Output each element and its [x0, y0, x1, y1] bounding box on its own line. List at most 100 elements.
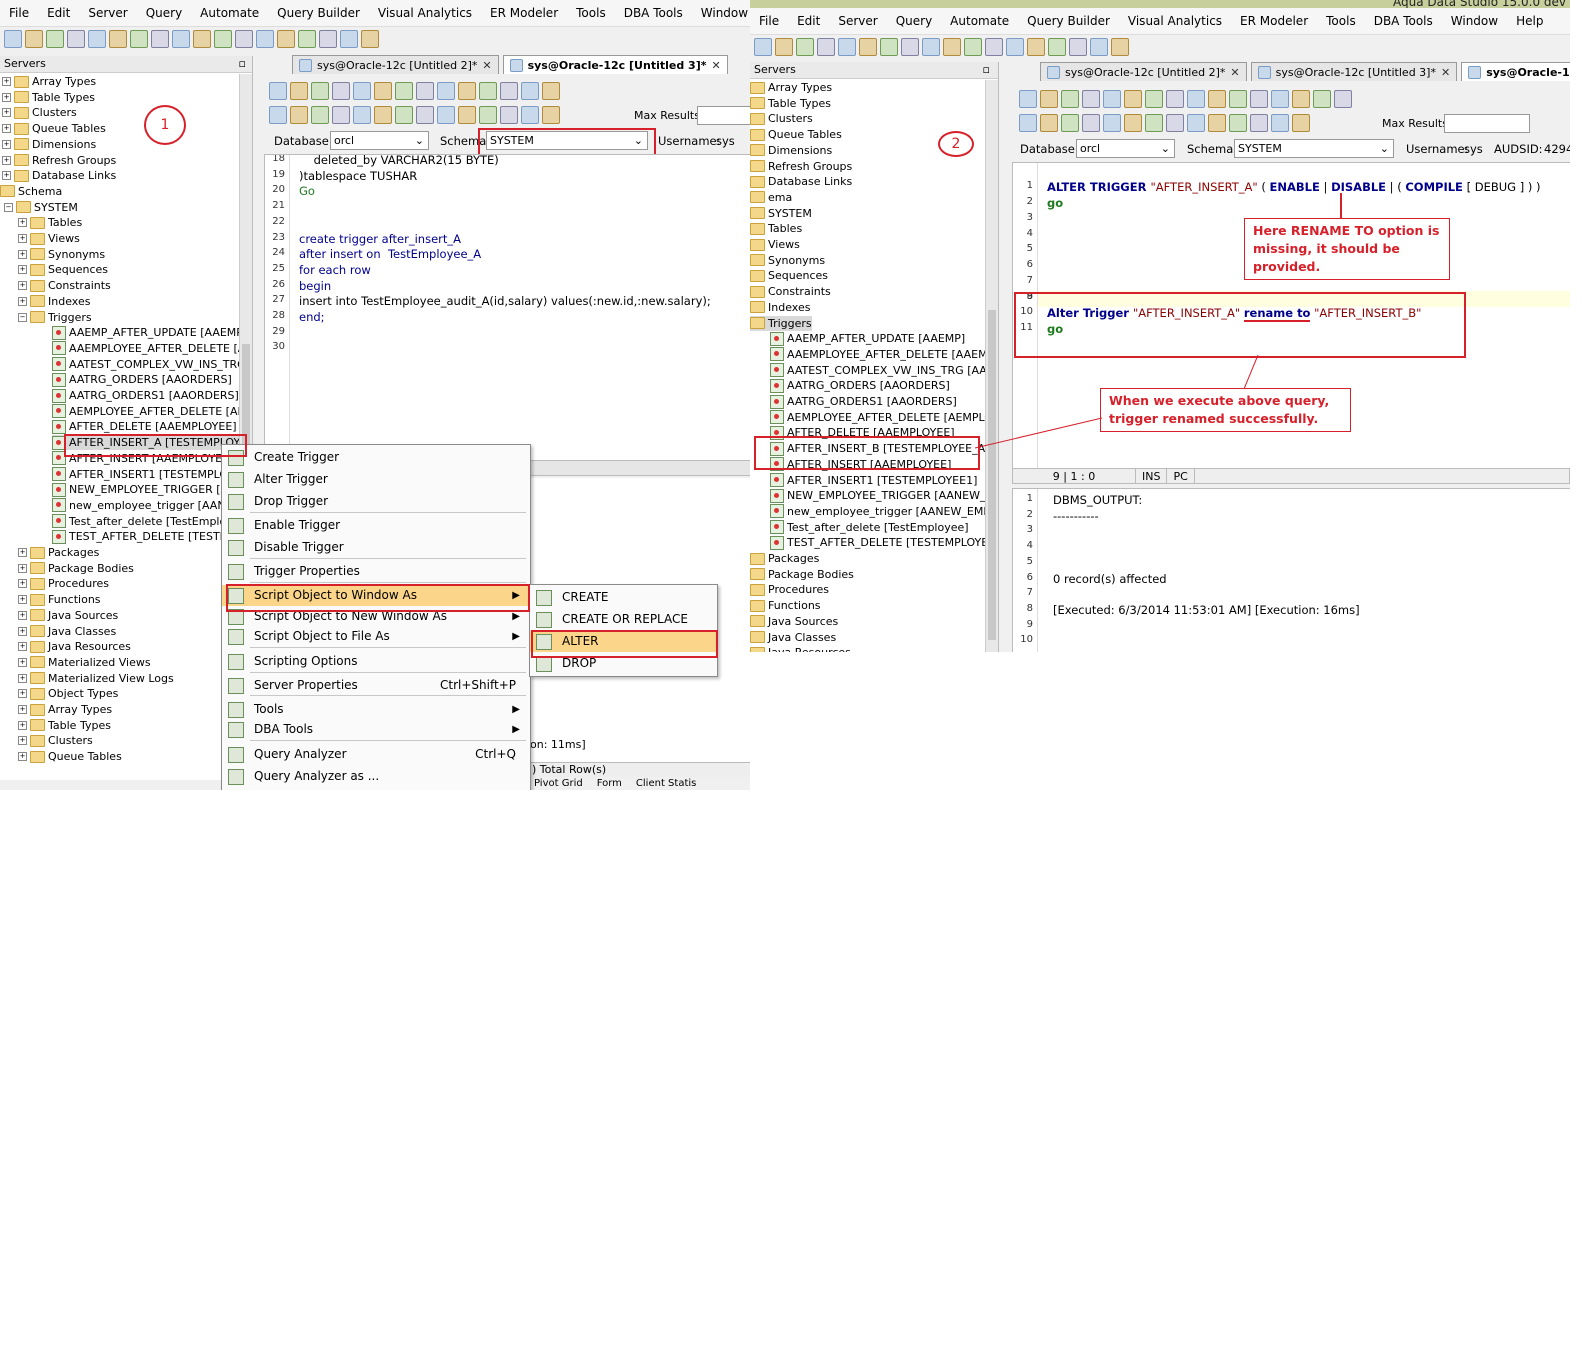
- toolbar-icon[interactable]: [1271, 90, 1289, 108]
- max-results-input[interactable]: [697, 106, 750, 125]
- menu-visual-analytics[interactable]: Visual Analytics: [369, 6, 481, 20]
- toolbar-icon[interactable]: [479, 106, 497, 124]
- menu-item-query-analyzer[interactable]: Query Analyzer Ctrl+Q: [222, 744, 530, 765]
- toolbar-icon[interactable]: [1187, 90, 1205, 108]
- tree-folder-item[interactable]: + Queue Tables: [18, 749, 122, 764]
- tree-folder-item[interactable]: + Sequences: [18, 262, 108, 277]
- menu-server[interactable]: Server: [79, 6, 136, 20]
- toolbar-icon[interactable]: [1229, 114, 1247, 132]
- toolbar-icon[interactable]: [1111, 38, 1129, 56]
- toolbar-icon[interactable]: [1061, 90, 1079, 108]
- tree-folder-item[interactable]: + Dimensions: [2, 137, 96, 152]
- toolbar-icon[interactable]: [1292, 114, 1310, 132]
- close-icon[interactable]: ✕: [1441, 66, 1450, 79]
- tree-folder-item[interactable]: + Procedures: [18, 576, 109, 591]
- tree-folder-item[interactable]: Dimensions: [750, 143, 832, 158]
- expand-icon[interactable]: +: [2, 92, 11, 102]
- toolbar-icon[interactable]: [1019, 114, 1037, 132]
- tab-form[interactable]: Form: [597, 778, 622, 790]
- menu-dba-tools[interactable]: DBA Tools: [615, 6, 692, 20]
- tree-folder-item[interactable]: − SYSTEM: [4, 200, 78, 215]
- toolbar-icon[interactable]: [1271, 114, 1289, 132]
- toolbar-icon[interactable]: [88, 30, 106, 48]
- expand-icon[interactable]: +: [18, 218, 27, 228]
- menu-item-scripting-options[interactable]: Scripting Options: [222, 651, 530, 672]
- expand-icon[interactable]: +: [2, 108, 11, 118]
- tree-folder-item[interactable]: + Tables: [18, 215, 82, 230]
- menu-query[interactable]: Query: [137, 6, 191, 20]
- menu-item-trigger-properties[interactable]: Trigger Properties: [222, 561, 530, 582]
- toolbar-icon[interactable]: [521, 82, 539, 100]
- tree-folder-item[interactable]: Indexes: [750, 300, 810, 315]
- tree-trigger-item[interactable]: new_employee_trigger [AANEW_EMPLOY: [770, 504, 998, 519]
- tree-trigger-item[interactable]: AEMPLOYEE_AFTER_DELETE [AEM: [52, 404, 252, 419]
- toolbar-icon[interactable]: [1313, 90, 1331, 108]
- menu-file[interactable]: File: [750, 14, 788, 28]
- tree-folder-item[interactable]: + Functions: [18, 592, 101, 607]
- toolbar-icon[interactable]: [754, 38, 772, 56]
- toolbar-icon[interactable]: [109, 30, 127, 48]
- toolbar-icon[interactable]: [374, 106, 392, 124]
- tree-trigger-item[interactable]: NEW_EMPLOYEE_TRIGGER [AANEW_EMP: [770, 488, 998, 503]
- toolbar-icon[interactable]: [500, 106, 518, 124]
- tree-folder-item[interactable]: Procedures: [750, 582, 829, 597]
- tree-trigger-item[interactable]: AFTER_DELETE [AAEMPLOYEE]: [52, 419, 237, 434]
- toolbar-icon[interactable]: [1090, 38, 1108, 56]
- expand-icon[interactable]: +: [2, 155, 11, 165]
- tree-folder-item[interactable]: Refresh Groups: [750, 159, 852, 174]
- menu-visual-analytics[interactable]: Visual Analytics: [1119, 14, 1231, 28]
- close-icon[interactable]: ✕: [482, 59, 491, 72]
- toolbar-icon[interactable]: [901, 38, 919, 56]
- expand-icon[interactable]: +: [18, 720, 27, 730]
- toolbar-icon[interactable]: [235, 30, 253, 48]
- toolbar-icon[interactable]: [458, 82, 476, 100]
- tree-folder-item[interactable]: Package Bodies: [750, 567, 854, 582]
- sql-editor[interactable]: 18 19 20 21 22 23 24 25 26 27 28 29 30 deleted_by VA…: [264, 154, 750, 462]
- toolbar-icon[interactable]: [985, 38, 1003, 56]
- toolbar-icon[interactable]: [1250, 90, 1268, 108]
- toolbar-icon[interactable]: [1048, 38, 1066, 56]
- tree-trigger-item[interactable]: new_employee_trigger [AANEW: [52, 498, 243, 513]
- tree-folder-item[interactable]: + Views: [18, 231, 80, 246]
- tree-trigger-item[interactable]: TEST_AFTER_DELETE [TESTEMPLOYEE1]: [770, 535, 998, 550]
- tree-trigger-item[interactable]: AATRG_ORDERS [AAORDERS]: [770, 378, 950, 393]
- tree-folder-item[interactable]: + Packages: [18, 545, 99, 560]
- toolbar-icon[interactable]: [775, 38, 793, 56]
- toolbar-icon[interactable]: [1103, 114, 1121, 132]
- menu-edit[interactable]: Edit: [38, 6, 79, 20]
- schema-select[interactable]: SYSTEM ⌄: [1234, 139, 1394, 158]
- submenu-item-create-or-replace[interactable]: CREATE OR REPLACE: [530, 609, 717, 630]
- tree-folder-item[interactable]: + Queue Tables: [2, 121, 106, 136]
- menu-item-disable-trigger[interactable]: Disable Trigger: [222, 537, 530, 558]
- close-icon[interactable]: ✕: [711, 59, 720, 72]
- toolbar-icon[interactable]: [458, 106, 476, 124]
- tree-folder-item[interactable]: + Refresh Groups: [2, 153, 116, 168]
- toolbar-icon[interactable]: [361, 30, 379, 48]
- toolbar-icon[interactable]: [298, 30, 316, 48]
- expand-icon[interactable]: +: [18, 281, 27, 291]
- toolbar-icon[interactable]: [416, 106, 434, 124]
- tree-trigger-item[interactable]: NEW_EMPLOYEE_TRIGGER [AA: [52, 482, 236, 497]
- expand-icon[interactable]: +: [18, 234, 27, 243]
- expand-icon[interactable]: +: [18, 736, 27, 746]
- toolbar-icon[interactable]: [353, 106, 371, 124]
- tab-untitled-2[interactable]: sys@Oracle-12c [Untitled 2]* ✕: [1040, 62, 1247, 81]
- tree-folder-item[interactable]: SYSTEM: [750, 206, 812, 221]
- menu-item-dba-tools[interactable]: DBA Tools ▶: [222, 719, 530, 740]
- expand-icon[interactable]: +: [18, 752, 27, 762]
- toolbar-icon[interactable]: [269, 106, 287, 124]
- toolbar-icon[interactable]: [1145, 114, 1163, 132]
- tree-folder-item[interactable]: Functions: [750, 598, 821, 613]
- menu-automate[interactable]: Automate: [191, 6, 268, 20]
- tree-trigger-item[interactable]: AAEMP_AFTER_UPDATE [AAEMP]: [52, 325, 247, 340]
- tab-untitled-active[interactable]: sys@Oracle-12c [Unti: [1461, 62, 1570, 81]
- toolbar-icon[interactable]: [311, 82, 329, 100]
- toolbar-icon[interactable]: [1040, 114, 1058, 132]
- toolbar-icon[interactable]: [1208, 90, 1226, 108]
- tree-folder-item[interactable]: + Table Types: [18, 718, 111, 733]
- tree-folder-item[interactable]: − Triggers: [18, 310, 92, 325]
- toolbar-icon[interactable]: [500, 82, 518, 100]
- tab-untitled-3[interactable]: sys@Oracle-12c [Untitled 3]* ✕: [1250, 62, 1458, 81]
- expand-icon[interactable]: +: [18, 579, 27, 589]
- menu-edit[interactable]: Edit: [788, 14, 829, 28]
